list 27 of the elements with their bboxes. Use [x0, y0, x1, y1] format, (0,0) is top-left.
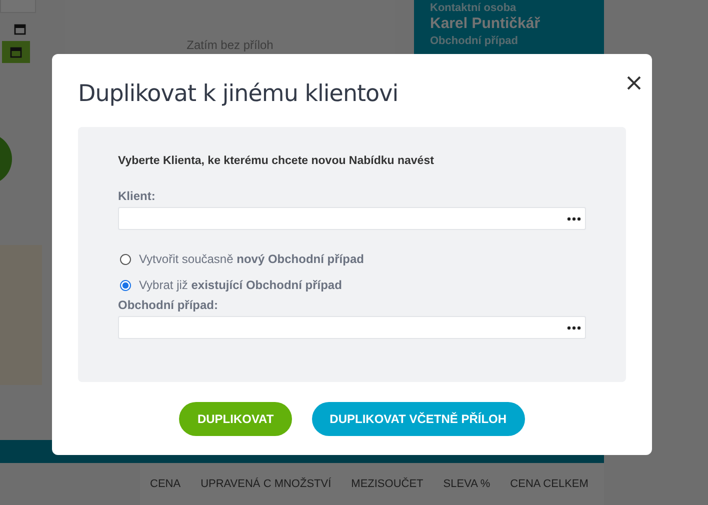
- radio-label: Vybrat již existující Obchodní případ: [139, 278, 342, 292]
- radio-button[interactable]: [120, 254, 131, 264]
- case-label: Obchodní případ: [430, 35, 519, 47]
- dialog-title: Duplikovat k jinému klientovi: [78, 81, 398, 107]
- radio-label: Vytvořit současně nový Obchodní případ: [139, 252, 364, 266]
- column-header: UPRAVENÁ C MNOŽSTVÍ: [200, 478, 332, 490]
- calendar-button[interactable]: [2, 41, 30, 63]
- more-icon[interactable]: [567, 326, 581, 330]
- contact-label: Kontaktní osoba: [430, 2, 518, 14]
- more-icon[interactable]: [567, 216, 581, 220]
- close-button[interactable]: [626, 75, 642, 91]
- duplicate-button[interactable]: DUPLIKOVAT: [179, 402, 292, 436]
- radio-button[interactable]: [120, 280, 131, 290]
- close-icon: [627, 76, 641, 90]
- field-label: Klient:: [118, 189, 156, 203]
- calendar-icon[interactable]: [14, 23, 26, 35]
- field-label: Obchodní případ:: [118, 298, 219, 312]
- duplicate-button[interactable]: DUPLIKOVAT VČETNĚ PŘÍLOH: [312, 402, 525, 436]
- client-field[interactable]: [118, 207, 586, 230]
- instruction-text: Vyberte Klienta, ke kterému chcete novou Nabídku navést: [118, 155, 435, 167]
- column-header: MEZISOUČET: [350, 478, 424, 490]
- column-header: SLEVA %: [442, 478, 492, 490]
- column-header: CENA: [149, 478, 182, 490]
- column-header: CENA CELKEM: [509, 478, 590, 490]
- calendar-icon: [10, 46, 22, 58]
- case-field[interactable]: [118, 316, 586, 339]
- contact-name: Karel Puntičkář: [430, 15, 542, 32]
